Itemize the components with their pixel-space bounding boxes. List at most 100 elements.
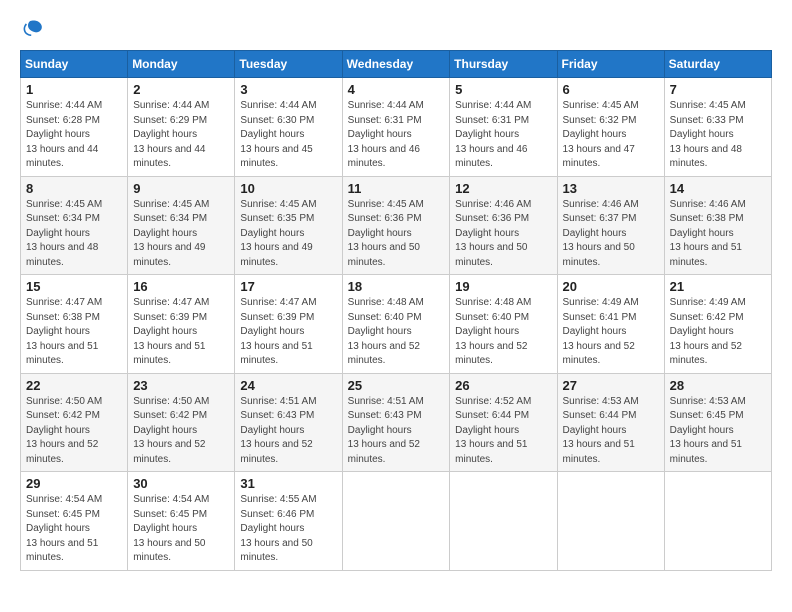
header [20, 16, 772, 40]
weekday-header-friday: Friday [557, 51, 664, 78]
day-cell: 25 Sunrise: 4:51 AMSunset: 6:43 PMDaylig… [342, 373, 450, 472]
day-cell: 13 Sunrise: 4:46 AMSunset: 6:37 PMDaylig… [557, 176, 664, 275]
weekday-header-wednesday: Wednesday [342, 51, 450, 78]
day-cell: 18 Sunrise: 4:48 AMSunset: 6:40 PMDaylig… [342, 275, 450, 374]
week-row-4: 22 Sunrise: 4:50 AMSunset: 6:42 PMDaylig… [21, 373, 772, 472]
day-number: 28 [670, 378, 766, 393]
day-number: 25 [348, 378, 445, 393]
day-detail: Sunrise: 4:44 AMSunset: 6:31 PMDaylight … [455, 99, 551, 172]
day-detail: Sunrise: 4:54 AMSunset: 6:45 PMDaylight … [133, 493, 229, 566]
day-cell: 12 Sunrise: 4:46 AMSunset: 6:36 PMDaylig… [450, 176, 557, 275]
day-detail: Sunrise: 4:49 AMSunset: 6:41 PMDaylight … [563, 296, 659, 369]
weekday-header-sunday: Sunday [21, 51, 128, 78]
day-number: 27 [563, 378, 659, 393]
day-detail: Sunrise: 4:45 AMSunset: 6:35 PMDaylight … [240, 198, 336, 271]
day-cell: 1 Sunrise: 4:44 AMSunset: 6:28 PMDayligh… [21, 78, 128, 177]
day-detail: Sunrise: 4:47 AMSunset: 6:39 PMDaylight … [133, 296, 229, 369]
day-number: 4 [348, 82, 445, 97]
day-detail: Sunrise: 4:46 AMSunset: 6:38 PMDaylight … [670, 198, 766, 271]
day-number: 20 [563, 279, 659, 294]
day-detail: Sunrise: 4:45 AMSunset: 6:32 PMDaylight … [563, 99, 659, 172]
weekday-header-monday: Monday [128, 51, 235, 78]
day-detail: Sunrise: 4:45 AMSunset: 6:34 PMDaylight … [26, 198, 122, 271]
day-number: 24 [240, 378, 336, 393]
day-cell [557, 472, 664, 571]
day-cell: 29 Sunrise: 4:54 AMSunset: 6:45 PMDaylig… [21, 472, 128, 571]
day-cell: 8 Sunrise: 4:45 AMSunset: 6:34 PMDayligh… [21, 176, 128, 275]
day-detail: Sunrise: 4:49 AMSunset: 6:42 PMDaylight … [670, 296, 766, 369]
day-cell: 7 Sunrise: 4:45 AMSunset: 6:33 PMDayligh… [664, 78, 771, 177]
day-number: 9 [133, 181, 229, 196]
day-number: 17 [240, 279, 336, 294]
day-detail: Sunrise: 4:47 AMSunset: 6:39 PMDaylight … [240, 296, 336, 369]
day-number: 21 [670, 279, 766, 294]
day-cell: 2 Sunrise: 4:44 AMSunset: 6:29 PMDayligh… [128, 78, 235, 177]
day-detail: Sunrise: 4:54 AMSunset: 6:45 PMDaylight … [26, 493, 122, 566]
day-detail: Sunrise: 4:45 AMSunset: 6:33 PMDaylight … [670, 99, 766, 172]
day-detail: Sunrise: 4:51 AMSunset: 6:43 PMDaylight … [348, 395, 445, 468]
week-row-5: 29 Sunrise: 4:54 AMSunset: 6:45 PMDaylig… [21, 472, 772, 571]
day-number: 6 [563, 82, 659, 97]
day-detail: Sunrise: 4:52 AMSunset: 6:44 PMDaylight … [455, 395, 551, 468]
day-detail: Sunrise: 4:45 AMSunset: 6:34 PMDaylight … [133, 198, 229, 271]
day-cell: 26 Sunrise: 4:52 AMSunset: 6:44 PMDaylig… [450, 373, 557, 472]
day-cell: 30 Sunrise: 4:54 AMSunset: 6:45 PMDaylig… [128, 472, 235, 571]
day-detail: Sunrise: 4:50 AMSunset: 6:42 PMDaylight … [133, 395, 229, 468]
day-detail: Sunrise: 4:44 AMSunset: 6:28 PMDaylight … [26, 99, 122, 172]
day-detail: Sunrise: 4:45 AMSunset: 6:36 PMDaylight … [348, 198, 445, 271]
weekday-header-thursday: Thursday [450, 51, 557, 78]
day-number: 10 [240, 181, 336, 196]
day-number: 1 [26, 82, 122, 97]
week-row-2: 8 Sunrise: 4:45 AMSunset: 6:34 PMDayligh… [21, 176, 772, 275]
day-cell: 14 Sunrise: 4:46 AMSunset: 6:38 PMDaylig… [664, 176, 771, 275]
day-detail: Sunrise: 4:47 AMSunset: 6:38 PMDaylight … [26, 296, 122, 369]
day-cell: 16 Sunrise: 4:47 AMSunset: 6:39 PMDaylig… [128, 275, 235, 374]
logo [20, 16, 48, 40]
weekday-header-saturday: Saturday [664, 51, 771, 78]
day-detail: Sunrise: 4:48 AMSunset: 6:40 PMDaylight … [455, 296, 551, 369]
day-cell: 20 Sunrise: 4:49 AMSunset: 6:41 PMDaylig… [557, 275, 664, 374]
week-row-3: 15 Sunrise: 4:47 AMSunset: 6:38 PMDaylig… [21, 275, 772, 374]
day-detail: Sunrise: 4:46 AMSunset: 6:37 PMDaylight … [563, 198, 659, 271]
day-number: 12 [455, 181, 551, 196]
day-cell: 5 Sunrise: 4:44 AMSunset: 6:31 PMDayligh… [450, 78, 557, 177]
day-number: 30 [133, 476, 229, 491]
day-detail: Sunrise: 4:44 AMSunset: 6:29 PMDaylight … [133, 99, 229, 172]
day-number: 11 [348, 181, 445, 196]
day-number: 2 [133, 82, 229, 97]
day-detail: Sunrise: 4:44 AMSunset: 6:30 PMDaylight … [240, 99, 336, 172]
day-detail: Sunrise: 4:55 AMSunset: 6:46 PMDaylight … [240, 493, 336, 566]
day-cell: 17 Sunrise: 4:47 AMSunset: 6:39 PMDaylig… [235, 275, 342, 374]
day-number: 29 [26, 476, 122, 491]
day-cell: 28 Sunrise: 4:53 AMSunset: 6:45 PMDaylig… [664, 373, 771, 472]
day-cell: 27 Sunrise: 4:53 AMSunset: 6:44 PMDaylig… [557, 373, 664, 472]
day-cell: 6 Sunrise: 4:45 AMSunset: 6:32 PMDayligh… [557, 78, 664, 177]
day-number: 23 [133, 378, 229, 393]
day-number: 26 [455, 378, 551, 393]
week-row-1: 1 Sunrise: 4:44 AMSunset: 6:28 PMDayligh… [21, 78, 772, 177]
day-cell: 23 Sunrise: 4:50 AMSunset: 6:42 PMDaylig… [128, 373, 235, 472]
day-number: 22 [26, 378, 122, 393]
day-detail: Sunrise: 4:53 AMSunset: 6:44 PMDaylight … [563, 395, 659, 468]
day-cell: 21 Sunrise: 4:49 AMSunset: 6:42 PMDaylig… [664, 275, 771, 374]
day-detail: Sunrise: 4:51 AMSunset: 6:43 PMDaylight … [240, 395, 336, 468]
calendar-table: SundayMondayTuesdayWednesdayThursdayFrid… [20, 50, 772, 571]
day-detail: Sunrise: 4:46 AMSunset: 6:36 PMDaylight … [455, 198, 551, 271]
day-number: 13 [563, 181, 659, 196]
day-cell: 11 Sunrise: 4:45 AMSunset: 6:36 PMDaylig… [342, 176, 450, 275]
day-cell: 4 Sunrise: 4:44 AMSunset: 6:31 PMDayligh… [342, 78, 450, 177]
day-cell [342, 472, 450, 571]
day-number: 15 [26, 279, 122, 294]
day-cell: 3 Sunrise: 4:44 AMSunset: 6:30 PMDayligh… [235, 78, 342, 177]
day-number: 16 [133, 279, 229, 294]
day-cell: 31 Sunrise: 4:55 AMSunset: 6:46 PMDaylig… [235, 472, 342, 571]
day-cell [664, 472, 771, 571]
day-cell: 15 Sunrise: 4:47 AMSunset: 6:38 PMDaylig… [21, 275, 128, 374]
day-number: 8 [26, 181, 122, 196]
logo-icon [20, 16, 44, 40]
weekday-header-tuesday: Tuesday [235, 51, 342, 78]
day-detail: Sunrise: 4:50 AMSunset: 6:42 PMDaylight … [26, 395, 122, 468]
day-detail: Sunrise: 4:48 AMSunset: 6:40 PMDaylight … [348, 296, 445, 369]
day-number: 7 [670, 82, 766, 97]
day-number: 19 [455, 279, 551, 294]
